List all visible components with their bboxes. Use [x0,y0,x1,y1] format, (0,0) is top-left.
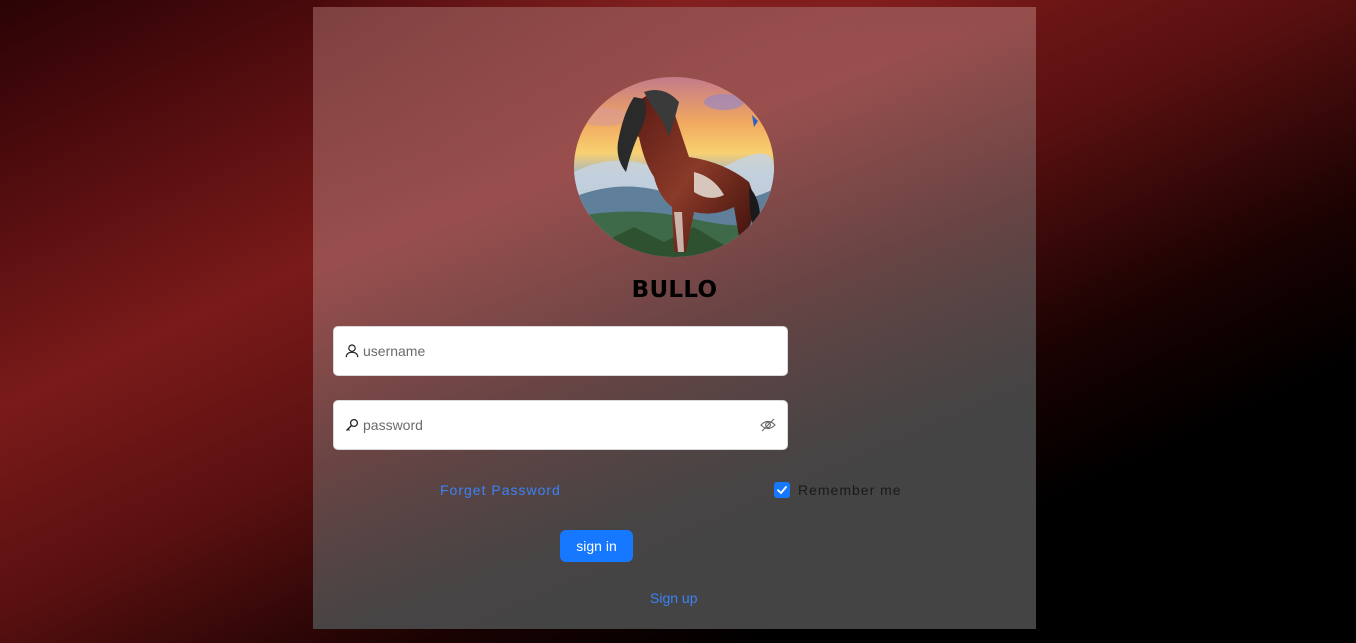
sign-in-button[interactable]: sign in [560,530,633,562]
password-input[interactable] [363,401,743,449]
username-field[interactable] [333,326,788,376]
username-input[interactable] [363,327,743,375]
brand-logo-image [574,77,774,257]
remember-me-checkbox[interactable]: Remember me [774,482,902,498]
password-field[interactable] [333,400,788,450]
login-card: BULLO Forget Password [313,7,1036,629]
forget-password-link[interactable]: Forget Password [440,482,561,498]
checkbox-checked-icon[interactable] [774,482,790,498]
key-icon [345,418,359,432]
brand-title: BULLO [631,277,718,303]
sign-up-link[interactable]: Sign up [650,590,697,606]
user-icon [345,344,359,358]
eye-invisible-icon[interactable] [760,418,776,432]
remember-me-label: Remember me [798,482,902,498]
